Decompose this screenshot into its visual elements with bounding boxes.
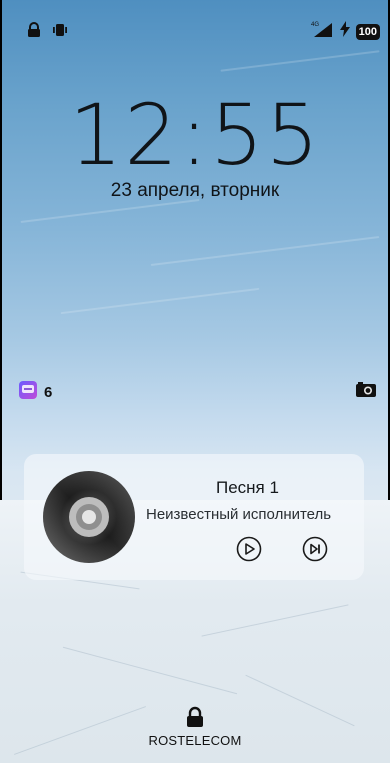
media-player-card[interactable]: Песня 1 Неизвестный исполнитель [24, 454, 364, 580]
wallpaper-streak [20, 199, 200, 223]
signal-icon: 4G [310, 20, 334, 43]
play-button[interactable] [236, 536, 262, 562]
unlock-button[interactable] [0, 706, 390, 728]
battery-level: 100 [358, 25, 377, 38]
track-title: Песня 1 [216, 478, 279, 497]
network-type-label: 4G [311, 22, 319, 28]
vibrate-icon [52, 22, 68, 43]
messages-icon [18, 380, 38, 405]
lock-icon [26, 22, 42, 43]
camera-icon[interactable] [356, 382, 376, 403]
lock-screen: 4G 100 12:55 23 апреля, вторник 6 Песня … [0, 0, 390, 763]
skip-next-button[interactable] [302, 536, 328, 562]
battery-icon: 100 [355, 23, 380, 40]
lock-clock: 12:55 [68, 86, 322, 184]
lock-icon [187, 706, 203, 727]
wallpaper-streak [150, 235, 380, 267]
charging-icon [339, 21, 350, 42]
album-art-disc-icon [42, 470, 136, 564]
wallpaper-streak [220, 50, 380, 72]
status-bar: 4G 100 [0, 18, 390, 44]
notification-count: 6 [44, 384, 53, 401]
skip-next-icon [302, 536, 328, 562]
play-icon [236, 536, 262, 562]
notification-indicator[interactable]: 6 [18, 380, 52, 405]
carrier-name: ROSTELECOM [148, 733, 242, 748]
lock-date: 23 апреля, вторник [110, 180, 280, 201]
track-artist: Неизвестный исполнитель [146, 506, 332, 523]
wallpaper-streak [60, 287, 260, 315]
